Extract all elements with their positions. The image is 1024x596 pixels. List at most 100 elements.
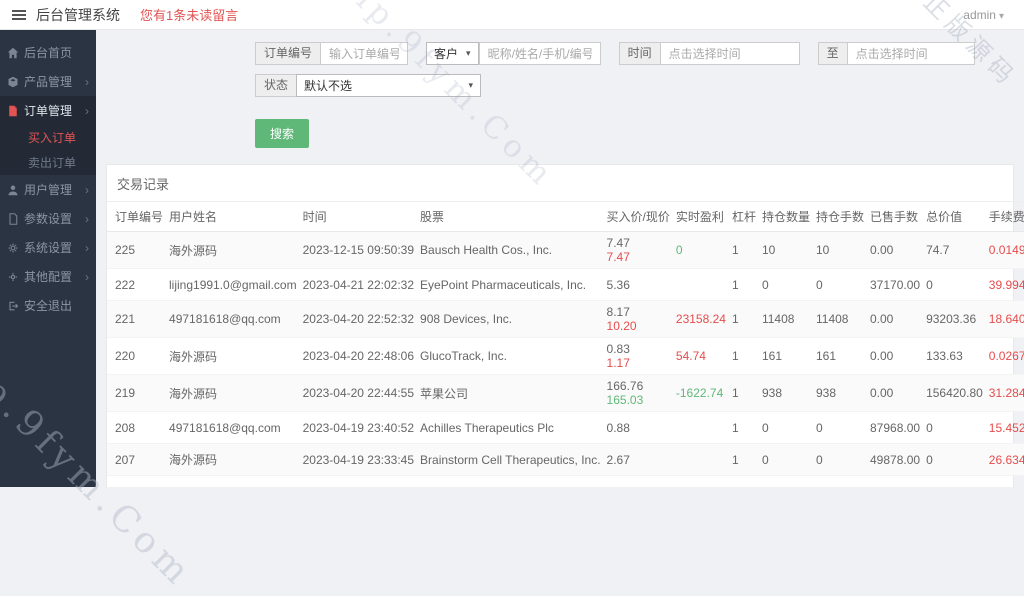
table-row: 222lijing1991.0@gmail.com2023-04-21 22:0… xyxy=(107,269,1024,301)
cell-order-id: 208 xyxy=(107,412,166,444)
customer-select[interactable]: 客户 ▾ xyxy=(426,42,479,65)
order-id-input[interactable] xyxy=(320,42,408,65)
cell-realtime-profit: 0 xyxy=(673,232,729,269)
cell-leverage: 1 xyxy=(729,375,759,412)
cell-stock-name: 苹果公司 xyxy=(417,375,604,412)
hamburger-menu-icon[interactable] xyxy=(12,8,26,22)
document-icon xyxy=(7,213,19,225)
status-group: 状态 默认不选 ▾ xyxy=(255,74,481,97)
sidebar-item-other-config[interactable]: 其他配置 › xyxy=(0,262,96,291)
cell-time: 2023-04-19 23:33:45 xyxy=(300,444,417,476)
cell-total-value: 74.7 xyxy=(923,232,986,269)
cell-position-lots: 161 xyxy=(813,338,867,375)
sidebar: 后台首页 产品管理 › 订单管理 › 买入订单 卖出订单 用户管理 › 参数设置… xyxy=(0,30,96,487)
cell-buy-current-price: 0.88 xyxy=(604,412,673,444)
column-header: 杠杆 xyxy=(729,202,759,232)
status-select[interactable]: 默认不选 ▾ xyxy=(296,74,481,97)
cell-realtime-profit: 54.74 xyxy=(673,338,729,375)
cell-position-lots: 256000 xyxy=(813,476,867,488)
card-title: 交易记录 xyxy=(107,165,1013,201)
username: admin xyxy=(963,8,996,22)
cell-realtime-profit xyxy=(673,444,729,476)
cell-sold-lots: 0.00 xyxy=(867,375,923,412)
cell-realtime-profit: 23158.24 xyxy=(673,301,729,338)
cell-leverage: 5 xyxy=(729,476,759,488)
cell-total-value: 93203.36 xyxy=(923,301,986,338)
order-icon xyxy=(7,105,19,117)
cell-sold-lots: 0.00 xyxy=(867,338,923,375)
sidebar-item-params[interactable]: 参数设置 › xyxy=(0,204,96,233)
column-header: 手续费 xyxy=(986,202,1024,232)
home-icon xyxy=(7,47,19,59)
column-header: 时间 xyxy=(300,202,417,232)
sidebar-item-logout[interactable]: 安全退出 xyxy=(0,291,96,320)
cell-realtime-profit xyxy=(673,476,729,488)
sidebar-item-sell-orders[interactable]: 卖出订单 xyxy=(0,150,96,175)
cell-position-lots: 11408 xyxy=(813,301,867,338)
time-from-group: 时间 xyxy=(619,42,800,65)
table-row: 221497181618@qq.com2023-04-20 22:52:3290… xyxy=(107,301,1024,338)
sidebar-item-label: 系统设置 xyxy=(24,239,72,256)
chevron-right-icon: › xyxy=(85,183,89,197)
table-body: 225海外源码2023-12-15 09:50:39Bausch Health … xyxy=(107,232,1024,488)
cell-position-lots: 0 xyxy=(813,412,867,444)
cell-total-value: 0 xyxy=(923,269,986,301)
sidebar-item-buy-orders[interactable]: 买入订单 xyxy=(0,125,96,150)
cell-leverage: 1 xyxy=(729,269,759,301)
sidebar-item-system[interactable]: 系统设置 › xyxy=(0,233,96,262)
cell-order-id: 220 xyxy=(107,338,166,375)
cell-user-name: 海外源码 xyxy=(166,338,300,375)
cell-total-value: 156420.80 xyxy=(923,375,986,412)
column-header: 用户姓名 xyxy=(166,202,300,232)
cell-buy-current-price: 166.76165.03 xyxy=(604,375,673,412)
time-to-group: 至 xyxy=(818,42,975,65)
cell-total-value: 0 xyxy=(923,412,986,444)
cell-realtime-profit xyxy=(673,412,729,444)
unread-message-link[interactable]: 您有1条未读留言 xyxy=(140,5,238,24)
cell-fee: 26.634852 xyxy=(986,444,1024,476)
cell-position-qty: 10 xyxy=(759,232,813,269)
logout-icon xyxy=(7,300,19,312)
sidebar-item-label: 用户管理 xyxy=(24,181,72,198)
column-header: 订单编号 xyxy=(107,202,166,232)
cell-stock-name: EyePoint Pharmaceuticals, Inc. xyxy=(417,269,604,301)
cell-user-name: 497181618@qq.com xyxy=(166,412,300,444)
cell-time: 2023-04-20 22:48:06 xyxy=(300,338,417,375)
cell-stock-name: GlucoTrack, Inc. xyxy=(417,338,604,375)
chevron-right-icon: › xyxy=(85,270,89,284)
user-menu[interactable]: admin▾ xyxy=(963,8,1004,22)
column-header: 持仓数量 xyxy=(759,202,813,232)
cell-time: 2023-04-21 22:02:32 xyxy=(300,269,417,301)
cell-leverage: 1 xyxy=(729,412,759,444)
cell-stock-name: Achilles Therapeutics Plc xyxy=(417,412,604,444)
sidebar-item-users[interactable]: 用户管理 › xyxy=(0,175,96,204)
product-icon xyxy=(7,76,19,88)
sidebar-item-products[interactable]: 产品管理 › xyxy=(0,67,96,96)
sidebar-item-label: 其他配置 xyxy=(24,268,72,285)
sidebar-item-label: 产品管理 xyxy=(24,73,72,90)
cell-position-qty: 256000 xyxy=(759,476,813,488)
customer-select-value: 客户 xyxy=(434,45,458,62)
cell-position-lots: 0 xyxy=(813,444,867,476)
search-button[interactable]: 搜索 xyxy=(255,119,309,148)
sidebar-item-orders[interactable]: 订单管理 › xyxy=(0,96,96,125)
column-header: 股票 xyxy=(417,202,604,232)
cell-leverage: 1 xyxy=(729,301,759,338)
cell-order-id: 222 xyxy=(107,269,166,301)
order-id-group: 订单编号 xyxy=(255,42,408,65)
cell-user-name: 海外源码 xyxy=(166,444,300,476)
customer-group: 客户 ▾ xyxy=(426,42,601,65)
app-title: 后台管理系统 xyxy=(36,5,120,25)
cell-time: 2023-04-19 23:17:02 xyxy=(300,476,417,488)
cell-time: 2023-12-15 09:50:39 xyxy=(300,232,417,269)
customer-input[interactable] xyxy=(479,42,601,65)
cell-stock-name: 908 Devices, Inc. xyxy=(417,301,604,338)
chevron-right-icon: › xyxy=(85,241,89,255)
sidebar-item-home[interactable]: 后台首页 xyxy=(0,38,96,67)
cell-stock-name: Bausch Health Cos., Inc. xyxy=(417,232,604,269)
time-to-input[interactable] xyxy=(847,42,975,65)
column-header: 实时盈利 xyxy=(673,202,729,232)
cell-position-qty: 0 xyxy=(759,412,813,444)
time-from-input[interactable] xyxy=(660,42,800,65)
cell-user-name: 497181618@qq.com xyxy=(166,476,300,488)
